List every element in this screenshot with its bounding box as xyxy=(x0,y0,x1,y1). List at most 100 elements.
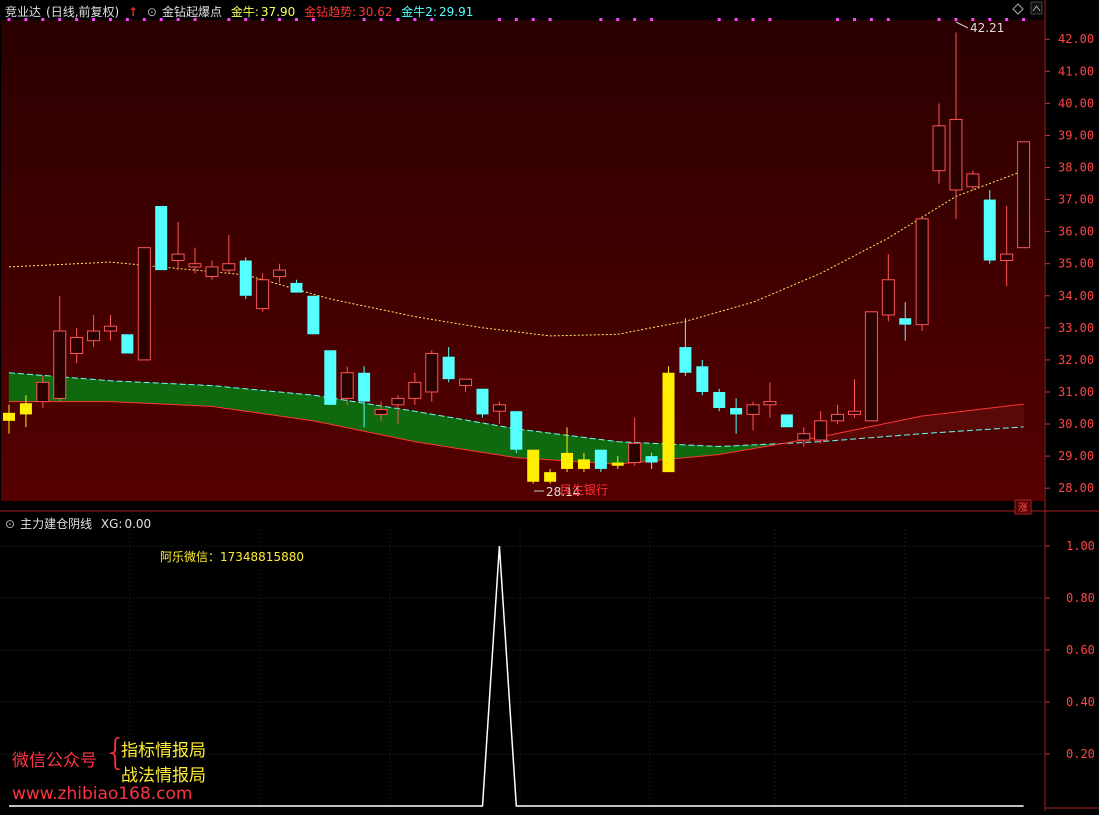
ribbon-segment xyxy=(406,409,416,442)
candle-body xyxy=(983,199,996,261)
candle-body xyxy=(814,420,828,441)
signal-dot xyxy=(650,18,654,21)
ribbon-segment xyxy=(955,410,965,432)
promo-url[interactable]: www.zhibiao168.com xyxy=(12,784,192,804)
candle-body xyxy=(374,409,388,415)
y-tick-label: 40.00 xyxy=(1058,96,1094,110)
ribbon-segment xyxy=(473,421,483,453)
ribbon-segment xyxy=(1006,404,1016,429)
ribbon-segment xyxy=(482,422,492,454)
signal-dot xyxy=(886,18,890,21)
candle-body xyxy=(408,381,422,399)
ribbon-segment xyxy=(346,400,356,430)
up-arrow-icon: ↑ xyxy=(128,5,139,19)
candle-body xyxy=(121,334,134,354)
xg-value: 0.00 xyxy=(124,517,152,531)
sub-header: ⊙ 主力建仓阴线 XG: 0.00 xyxy=(5,515,156,532)
promo-wechat-label: 微信公众号 xyxy=(12,751,97,771)
y-tick-label: 30.00 xyxy=(1058,417,1094,431)
sub-tick-label: 0.40 xyxy=(1066,695,1095,709)
ribbon-segment xyxy=(160,382,170,405)
candle-body xyxy=(544,472,557,482)
ribbon-segment xyxy=(1014,403,1024,428)
y-tick-label: 36.00 xyxy=(1058,225,1094,239)
candle-body xyxy=(290,282,303,293)
scroll-up-button[interactable] xyxy=(1030,1,1043,15)
candle-body xyxy=(239,260,252,296)
ribbon-segment xyxy=(972,408,982,431)
ribbon-segment xyxy=(355,401,365,432)
candle-body xyxy=(696,366,709,392)
sub-indicator-name[interactable]: 主力建仓阴线 xyxy=(20,517,92,531)
ribbon-segment xyxy=(220,386,230,410)
candle-body xyxy=(1000,253,1014,262)
ribbon-segment xyxy=(989,406,999,430)
y-tick-label: 29.00 xyxy=(1058,449,1094,463)
ribbon-segment xyxy=(169,383,179,406)
ribbon-segment xyxy=(693,445,703,458)
ribbon-segment xyxy=(414,410,424,444)
candle-body xyxy=(899,318,912,325)
sub-collapse-icon[interactable]: ⊙ xyxy=(5,517,15,531)
ribbon-segment xyxy=(981,407,991,430)
y-tick-label: 39.00 xyxy=(1058,128,1094,142)
ribbon-segment xyxy=(710,445,720,456)
signal-dot xyxy=(734,18,738,21)
candle-body xyxy=(307,295,320,335)
ribbon-segment xyxy=(997,405,1007,429)
candle-body xyxy=(679,347,692,373)
bank-tag-label: 民生银行 xyxy=(560,483,608,497)
indicator-name[interactable]: 金钻起爆点 xyxy=(162,5,222,19)
contact-text: 阿乐微信：17348815880 xyxy=(160,550,304,564)
signal-dot xyxy=(633,18,637,21)
candle-body xyxy=(87,330,101,342)
candle-body xyxy=(746,404,760,415)
ribbon-segment xyxy=(304,394,314,422)
ribbon-segment xyxy=(279,391,289,418)
candle-body xyxy=(915,218,929,326)
collapse-icon[interactable]: ⊙ xyxy=(147,5,157,19)
candle-body xyxy=(881,279,895,316)
ribbon-segment xyxy=(921,414,931,434)
y-tick-label: 38.00 xyxy=(1058,161,1094,175)
ribbon-segment xyxy=(549,432,559,461)
ribbon-segment xyxy=(338,398,348,429)
ribbon-segment xyxy=(76,377,86,402)
ribbon-segment xyxy=(702,445,712,457)
candle-body xyxy=(222,263,236,271)
candle-body xyxy=(155,205,168,271)
ribbon-segment xyxy=(211,385,221,408)
candle-body xyxy=(966,173,980,188)
ribbon-segment xyxy=(313,394,323,423)
y-tick-label: 31.00 xyxy=(1058,385,1094,399)
candle-body xyxy=(442,356,455,380)
ribbon-segment xyxy=(17,373,27,402)
candle-body xyxy=(137,247,151,361)
y-tick-label: 28.00 xyxy=(1058,481,1094,495)
ribbon-segment xyxy=(194,384,204,407)
ribbon-segment xyxy=(262,390,272,416)
signal-dot xyxy=(717,18,721,21)
ribbon-segment xyxy=(127,381,137,404)
candle-body xyxy=(645,456,658,463)
candle-body xyxy=(797,433,811,441)
stock-name[interactable]: 竞业达 xyxy=(5,5,41,19)
value-trend: 30.62 xyxy=(358,5,393,19)
signal-dot xyxy=(869,18,873,21)
candle-body xyxy=(205,266,219,278)
candle-body xyxy=(19,403,32,415)
promo-line1: 指标情报局 xyxy=(121,741,206,761)
ribbon-segment xyxy=(228,386,238,411)
period-label[interactable]: (日线,前复权) xyxy=(46,5,119,19)
ribbon-segment xyxy=(888,420,898,437)
ribbon-segment xyxy=(93,379,103,402)
ribbon-segment xyxy=(609,440,619,465)
ribbon-segment xyxy=(583,437,593,463)
main-header: 竞业达 (日线,前复权) ↑ ⊙ 金钻起爆点 金牛: 37.90 金钻趋势: 30.62… xyxy=(5,3,478,20)
y-tick-label: 41.00 xyxy=(1058,64,1094,78)
ribbon-segment xyxy=(947,411,957,433)
ribbon-segment xyxy=(118,380,128,403)
ribbon-segment xyxy=(465,419,475,452)
ribbon-segment xyxy=(389,406,399,439)
candle-body xyxy=(273,269,287,278)
